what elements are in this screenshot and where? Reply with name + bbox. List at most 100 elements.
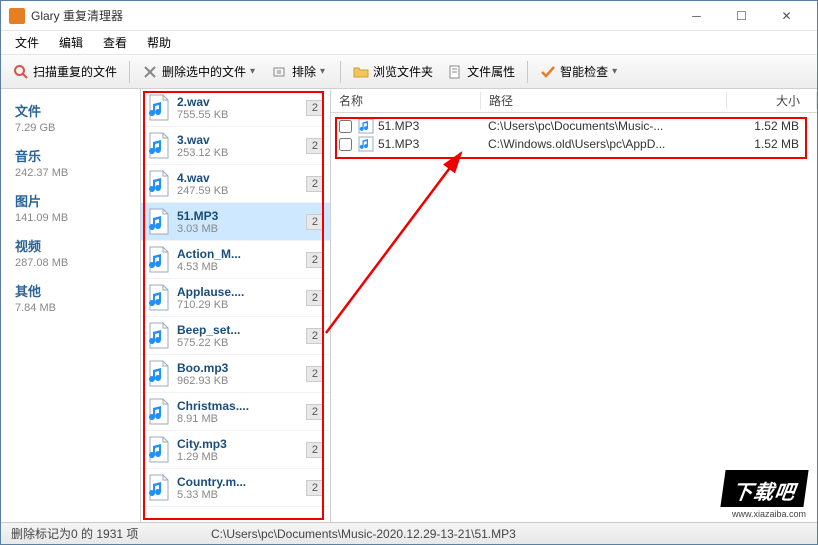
category-size: 242.37 MB (15, 167, 126, 179)
dup-path: C:\Users\pc\Documents\Music-... (488, 119, 731, 133)
category-size: 7.29 GB (15, 122, 126, 134)
category-name: 视频 (15, 236, 126, 255)
file-size: 575.22 KB (177, 337, 302, 349)
category-name: 音乐 (15, 146, 126, 165)
file-group-row[interactable]: Country.m...5.33 MB 2 (141, 469, 330, 507)
search-icon (13, 64, 29, 80)
file-name: Applause.... (177, 285, 302, 299)
chevron-down-icon: ▾ (250, 66, 258, 77)
check-icon (540, 64, 556, 80)
app-icon (9, 8, 25, 24)
file-name: Beep_set... (177, 323, 302, 337)
category-item[interactable]: 文件 7.29 GB (1, 97, 140, 142)
duplicate-count-badge: 2 (306, 404, 324, 420)
browse-label: 浏览文件夹 (373, 63, 433, 80)
file-group-row[interactable]: 2.wav755.55 KB2 (141, 89, 330, 127)
menu-help[interactable]: 帮助 (139, 32, 179, 53)
audio-file-icon (147, 208, 171, 236)
exclude-button[interactable]: 排除 ▾ (266, 60, 334, 83)
file-size: 962.93 KB (177, 375, 302, 387)
duplicate-count-badge: 2 (306, 442, 324, 458)
app-title: Glary 重复清理器 (31, 7, 674, 24)
file-name: Country.m... (177, 475, 302, 489)
duplicate-count-badge: 2 (306, 290, 324, 306)
row-checkbox[interactable] (339, 138, 352, 151)
dup-size: 1.52 MB (731, 137, 811, 151)
file-group-row[interactable]: Boo.mp3962.93 KB2 (141, 355, 330, 393)
toolbar: 扫描重复的文件 删除选中的文件 ▾ 排除 ▾ 浏览文件夹 文件属性 智能检查 ▾ (1, 55, 817, 89)
col-size[interactable]: 大小 (727, 92, 817, 109)
file-group-row[interactable]: Action_M...4.53 MB2 (141, 241, 330, 279)
audio-file-icon (147, 436, 171, 464)
file-group-row[interactable]: Christmas....8.91 MB2 (141, 393, 330, 431)
delete-icon (142, 64, 158, 80)
duplicate-count-badge: 2 (306, 252, 324, 268)
category-item[interactable]: 图片 141.09 MB (1, 187, 140, 232)
chevron-down-icon: ▾ (612, 66, 620, 77)
menubar: 文件 编辑 查看 帮助 (1, 31, 817, 55)
duplicate-count-badge: 2 (306, 138, 324, 154)
minimize-button[interactable]: ─ (674, 2, 719, 30)
file-group-row[interactable]: Applause....710.29 KB 2 (141, 279, 330, 317)
file-group-row[interactable]: City.mp31.29 MB2 (141, 431, 330, 469)
category-name: 其他 (15, 281, 126, 300)
category-size: 141.09 MB (15, 212, 126, 224)
dup-path: C:\Windows.old\Users\pc\AppD... (488, 137, 731, 151)
scan-duplicates-button[interactable]: 扫描重复的文件 (7, 60, 123, 83)
col-name[interactable]: 名称 (331, 92, 481, 109)
file-size: 710.29 KB (177, 299, 302, 311)
file-size: 5.33 MB (177, 489, 302, 501)
dup-size: 1.52 MB (731, 119, 811, 133)
statusbar: 删除标记为0 的 1931 项 C:\Users\pc\Documents\Mu… (1, 522, 817, 544)
duplicate-row[interactable]: 51.MP3C:\Windows.old\Users\pc\AppD...1.5… (337, 135, 811, 153)
status-count: 删除标记为0 的 1931 项 (11, 525, 211, 542)
file-group-row[interactable]: Beep_set...575.22 KB 2 (141, 317, 330, 355)
menu-file[interactable]: 文件 (7, 32, 47, 53)
audio-file-icon (147, 322, 171, 350)
duplicate-count-badge: 2 (306, 480, 324, 496)
maximize-button[interactable]: ☐ (719, 2, 764, 30)
audio-file-icon (147, 474, 171, 502)
delete-selected-button[interactable]: 删除选中的文件 ▾ (136, 60, 264, 83)
audio-file-icon (147, 284, 171, 312)
smart-check-button[interactable]: 智能检查 ▾ (534, 60, 626, 83)
file-name: Boo.mp3 (177, 361, 302, 375)
properties-button[interactable]: 文件属性 (441, 60, 521, 83)
audio-file-icon (147, 360, 171, 388)
file-size: 8.91 MB (177, 413, 302, 425)
close-button[interactable]: ✕ (764, 2, 809, 30)
smart-label: 智能检查 (560, 63, 608, 80)
file-size: 4.53 MB (177, 261, 302, 273)
duplicate-count-badge: 2 (306, 176, 324, 192)
col-path[interactable]: 路径 (481, 92, 727, 109)
titlebar: Glary 重复清理器 ─ ☐ ✕ (1, 1, 817, 31)
menu-view[interactable]: 查看 (95, 32, 135, 53)
category-item[interactable]: 其他7.84 MB (1, 277, 140, 322)
file-group-row[interactable]: 51.MP33.03 MB2 (141, 203, 330, 241)
audio-file-icon (358, 136, 374, 152)
menu-edit[interactable]: 编辑 (51, 32, 91, 53)
row-checkbox[interactable] (339, 120, 352, 133)
exclude-label: 排除 (292, 63, 316, 80)
category-name: 文件 (15, 101, 126, 120)
file-name: 2.wav (177, 95, 302, 109)
delete-label: 删除选中的文件 (162, 63, 246, 80)
duplicate-row[interactable]: 51.MP3C:\Users\pc\Documents\Music-...1.5… (337, 117, 811, 135)
file-group-row[interactable]: 3.wav253.12 KB 2 (141, 127, 330, 165)
audio-file-icon (147, 398, 171, 426)
file-size: 253.12 KB (177, 147, 302, 159)
audio-file-icon (147, 132, 171, 160)
category-sidebar: 文件 7.29 GB 音乐 242.37 MB 图片 141.09 MB 视频287.08 … (1, 89, 141, 522)
category-name: 图片 (15, 191, 126, 210)
category-item[interactable]: 视频287.08 MB (1, 232, 140, 277)
duplicate-count-badge: 2 (306, 328, 324, 344)
file-size: 755.55 KB (177, 109, 302, 121)
audio-file-icon (147, 94, 171, 122)
dup-name: 51.MP3 (378, 119, 488, 133)
scan-label: 扫描重复的文件 (33, 63, 117, 80)
file-group-row[interactable]: 4.wav247.59 KB2 (141, 165, 330, 203)
category-item[interactable]: 音乐 242.37 MB (1, 142, 140, 187)
file-name: 3.wav (177, 133, 302, 147)
browse-folder-button[interactable]: 浏览文件夹 (347, 60, 439, 83)
duplicate-count-badge: 2 (306, 214, 324, 230)
